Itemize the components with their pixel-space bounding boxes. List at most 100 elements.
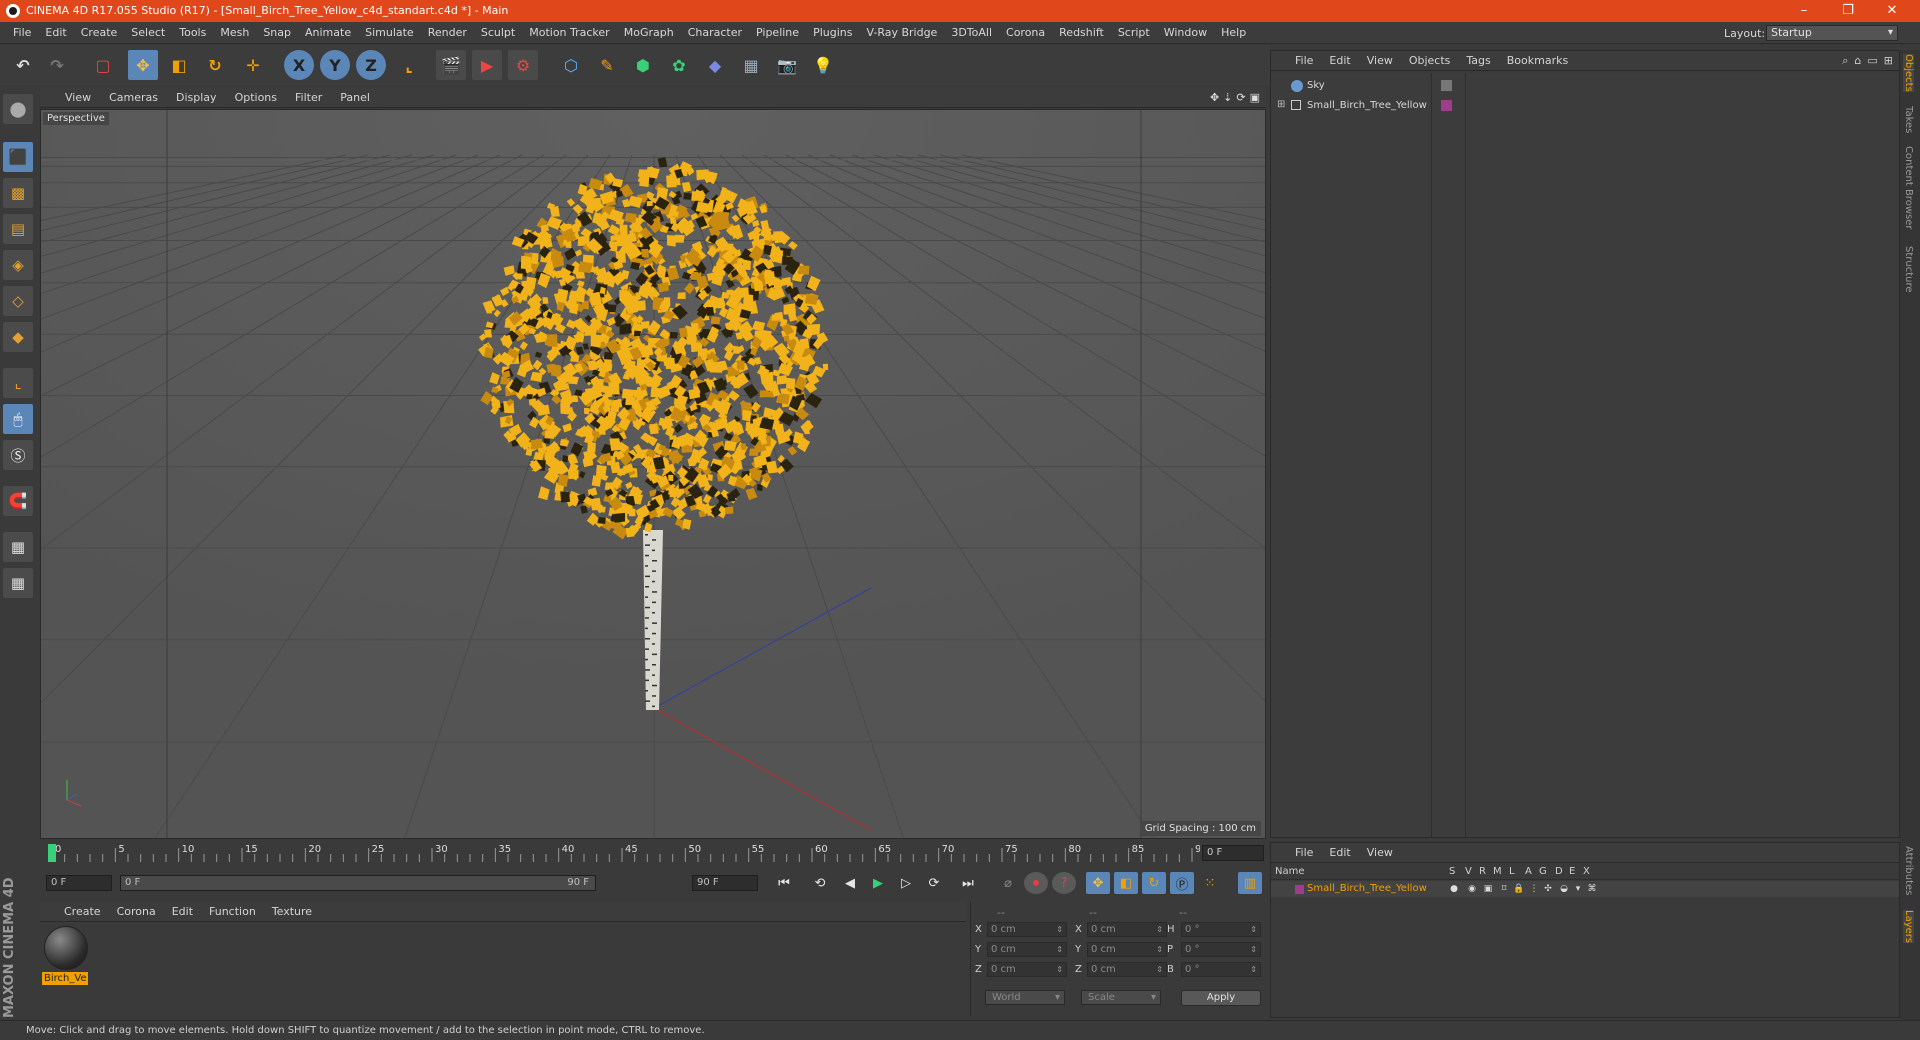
subdivision-surface-icon[interactable]: ⬢ — [628, 50, 658, 80]
layer-menu-item-1[interactable]: Edit — [1321, 843, 1358, 863]
display-tag-icon[interactable] — [1441, 80, 1452, 91]
perspective-viewport[interactable]: Perspective Grid Spacing : 100 cm — [40, 109, 1266, 839]
menu-item-12[interactable]: MoGraph — [617, 22, 681, 44]
model-mode-icon[interactable]: ⬛ — [3, 142, 33, 172]
render-toggle-icon[interactable]: ▣ — [1483, 884, 1493, 894]
frame-range-slider[interactable]: 0 F 90 F — [120, 875, 596, 891]
menu-item-16[interactable]: V-Ray Bridge — [859, 22, 944, 44]
menu-item-9[interactable]: Render — [421, 22, 474, 44]
light-icon[interactable]: 💡 — [808, 50, 838, 80]
menu-item-7[interactable]: Animate — [298, 22, 358, 44]
go-to-start-icon[interactable]: ⏮ — [772, 872, 796, 894]
viewport-camera-label[interactable]: Perspective — [43, 112, 109, 125]
menu-item-21[interactable]: Window — [1157, 22, 1214, 44]
tweak-mode-icon[interactable]: 🖱 — [3, 404, 33, 434]
move-tool-icon[interactable]: ✥ — [128, 50, 158, 80]
snapping-icon[interactable]: 🧲 — [3, 486, 33, 516]
coordinate-value-field[interactable]: 0 cm — [987, 922, 1067, 937]
camera-icon[interactable]: 📷 — [772, 50, 802, 80]
layer-column-header[interactable]: V — [1465, 866, 1472, 877]
coordinate-value-field[interactable]: 0 cm — [987, 962, 1067, 977]
visible-toggle-icon[interactable]: ◉ — [1467, 884, 1477, 894]
material-preview-ball[interactable] — [44, 926, 88, 970]
end-frame-field[interactable]: 90 F — [692, 875, 758, 891]
layer-color-swatch[interactable] — [1295, 885, 1304, 894]
key-parameter-icon[interactable]: Ⓟ — [1170, 872, 1194, 894]
planar-workplane-icon[interactable]: ▦ — [3, 568, 33, 598]
object-menu-item-2[interactable]: View — [1359, 51, 1401, 71]
layer-menu-item-2[interactable]: View — [1359, 843, 1401, 863]
layer-name[interactable]: Small_Birch_Tree_Yellow — [1307, 883, 1427, 894]
transform-tool-icon[interactable]: ✛ — [238, 50, 268, 80]
menu-item-14[interactable]: Pipeline — [749, 22, 806, 44]
manager-toggle-icon[interactable]: ⌑ — [1499, 884, 1509, 894]
coordinate-value-field[interactable]: 0 ° — [1181, 962, 1261, 977]
menu-item-6[interactable]: Snap — [256, 22, 298, 44]
lock-toggle-icon[interactable]: 🔒 — [1513, 884, 1524, 894]
material-menu-item-3[interactable]: Function — [201, 902, 264, 922]
live-selection-icon[interactable]: ▢ — [88, 50, 118, 80]
object-name[interactable]: Small_Birch_Tree_Yellow — [1307, 100, 1427, 111]
workplane-lock-icon[interactable]: ▦ — [3, 532, 33, 562]
scale-tool-icon[interactable]: ◧ — [164, 50, 194, 80]
rotate-tool-icon[interactable]: ↻ — [200, 50, 230, 80]
viewport-rotate-icon[interactable]: ⟳ — [1236, 91, 1245, 104]
size-mode-select[interactable]: Scale — [1081, 990, 1161, 1005]
minimize-button[interactable]: – — [1782, 0, 1826, 22]
layer-column-header[interactable]: E — [1569, 866, 1575, 877]
layer-column-header[interactable]: S — [1449, 866, 1455, 877]
animation-toggle-icon[interactable]: ⋮ — [1529, 884, 1539, 894]
tab-content-browser[interactable]: Content Browser — [1903, 146, 1914, 229]
play-forward-icon[interactable]: ▶ — [866, 872, 890, 894]
autokey-icon[interactable]: ? — [1052, 872, 1076, 894]
menu-item-15[interactable]: Plugins — [806, 22, 859, 44]
previous-key-icon[interactable]: ⟲ — [808, 872, 832, 894]
layer-column-header[interactable]: A — [1525, 866, 1532, 877]
coordinate-value-field[interactable]: 0 cm — [987, 942, 1067, 957]
layout-select[interactable]: Startup — [1766, 25, 1898, 41]
menu-item-0[interactable]: File — [6, 22, 38, 44]
z-axis-lock-button[interactable]: Z — [356, 50, 386, 80]
object-menu-item-5[interactable]: Bookmarks — [1499, 51, 1576, 71]
viewport-menu-item-1[interactable]: Cameras — [100, 88, 167, 108]
menu-item-17[interactable]: 3DToAll — [944, 22, 999, 44]
object-row-tree[interactable]: ⊞ Small_Birch_Tree_Yellow — [1271, 97, 1899, 115]
object-menu-item-4[interactable]: Tags — [1458, 51, 1498, 71]
next-key-icon[interactable]: ⟳ — [922, 872, 946, 894]
menu-item-1[interactable]: Edit — [38, 22, 73, 44]
layer-column-header[interactable]: M — [1493, 866, 1502, 877]
redo-icon[interactable]: ↷ — [42, 50, 72, 80]
material-menu-item-1[interactable]: Corona — [109, 902, 164, 922]
menu-item-4[interactable]: Tools — [172, 22, 213, 44]
coordinate-system-icon[interactable]: ⌞ — [394, 50, 424, 80]
make-editable-icon[interactable]: ⬤ — [3, 94, 33, 124]
expressions-toggle-icon[interactable]: ▾ — [1573, 884, 1583, 894]
render-picture-viewer-icon[interactable]: ▶ — [472, 50, 502, 80]
edges-mode-icon[interactable]: ◇ — [3, 286, 33, 316]
deformers-toggle-icon[interactable]: ◒ — [1559, 884, 1569, 894]
object-row-sky[interactable]: Sky — [1271, 77, 1899, 95]
x-axis-lock-button[interactable]: X — [284, 50, 314, 80]
tab-layers[interactable]: Layers — [1903, 910, 1914, 944]
viewport-menu-item-5[interactable]: Panel — [331, 88, 379, 108]
spline-pen-icon[interactable]: ✎ — [592, 50, 622, 80]
menu-item-18[interactable]: Corona — [999, 22, 1052, 44]
xref-toggle-icon[interactable]: ⌘ — [1587, 884, 1597, 894]
material-menu-item-4[interactable]: Texture — [264, 902, 320, 922]
viewport-menu-item-3[interactable]: Options — [226, 88, 286, 108]
layer-row[interactable]: Small_Birch_Tree_Yellow ● ◉ ▣ ⌑ 🔒 ⋮ ✣ ◒ … — [1271, 881, 1899, 897]
menu-item-8[interactable]: Simulate — [358, 22, 421, 44]
coordinate-mode-select[interactable]: World — [985, 990, 1065, 1005]
close-button[interactable]: ✕ — [1870, 0, 1914, 22]
key-position-icon[interactable]: ✥ — [1086, 872, 1110, 894]
menu-item-3[interactable]: Select — [124, 22, 172, 44]
viewport-layout-icon[interactable]: ▣ — [1250, 91, 1260, 104]
layer-column-header[interactable]: L — [1509, 866, 1515, 877]
coordinate-value-field[interactable]: 0 cm — [1087, 922, 1167, 937]
cloner-icon[interactable]: ✿ — [664, 50, 694, 80]
object-menu-item-0[interactable]: File — [1287, 51, 1321, 71]
home-icon[interactable]: ⌂ — [1854, 54, 1861, 68]
menu-item-22[interactable]: Help — [1214, 22, 1253, 44]
viewport-menu-item-4[interactable]: Filter — [286, 88, 331, 108]
menu-item-20[interactable]: Script — [1111, 22, 1157, 44]
